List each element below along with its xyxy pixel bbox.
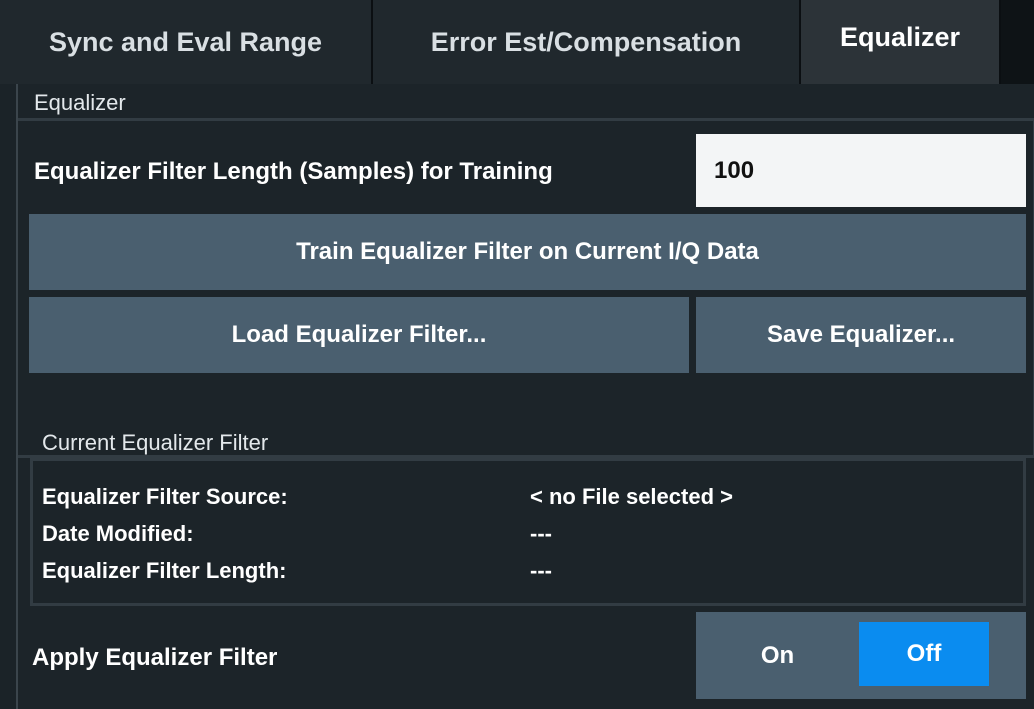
equalizer-group-title: Equalizer: [34, 90, 126, 115]
filter-source-label: Equalizer Filter Source:: [42, 484, 288, 509]
date-modified-value: ---: [530, 521, 552, 546]
apply-equalizer-toggle: On Off: [696, 612, 1026, 699]
apply-on-label: On: [760, 641, 795, 669]
date-modified-label: Date Modified:: [42, 521, 194, 546]
tab-label: Sync and Eval Range: [48, 26, 323, 57]
tab-label: Error Est/Compensation: [430, 26, 742, 57]
equalizer-dialog: Sync and Eval Range Error Est/Compensati…: [0, 0, 1034, 709]
current-filter-group-title: Current Equalizer Filter: [42, 430, 269, 455]
apply-on-option[interactable]: On: [696, 612, 859, 699]
train-equalizer-button[interactable]: Train Equalizer Filter on Current I/Q Da…: [29, 214, 1026, 290]
load-equalizer-button[interactable]: Load Equalizer Filter...: [29, 297, 689, 373]
equalizer-panel: Equalizer Equalizer Filter Length (Sampl…: [16, 84, 1034, 709]
tab-equalizer[interactable]: Equalizer: [801, 0, 1001, 84]
filter-source-value: < no File selected >: [530, 484, 733, 509]
tab-bar: Sync and Eval Range Error Est/Compensati…: [0, 0, 1034, 84]
save-equalizer-button-label: Save Equalizer...: [766, 321, 956, 348]
filter-length-info-value: ---: [530, 558, 552, 583]
train-equalizer-button-label: Train Equalizer Filter on Current I/Q Da…: [296, 238, 759, 265]
apply-off-option[interactable]: Off: [859, 622, 989, 686]
filter-length-label: Equalizer Filter Length (Samples) for Tr…: [34, 158, 553, 185]
tab-label: Equalizer: [839, 22, 961, 52]
tab-sync-eval-range[interactable]: Sync and Eval Range: [0, 0, 373, 84]
tab-error-est-compensation[interactable]: Error Est/Compensation: [373, 0, 801, 84]
filter-length-input[interactable]: 100: [696, 134, 1026, 207]
filter-length-info-label: Equalizer Filter Length:: [42, 558, 287, 583]
save-equalizer-button[interactable]: Save Equalizer...: [696, 297, 1026, 373]
apply-off-label: Off: [906, 640, 942, 667]
apply-equalizer-label: Apply Equalizer Filter: [32, 644, 278, 671]
load-equalizer-button-label: Load Equalizer Filter...: [231, 321, 487, 348]
